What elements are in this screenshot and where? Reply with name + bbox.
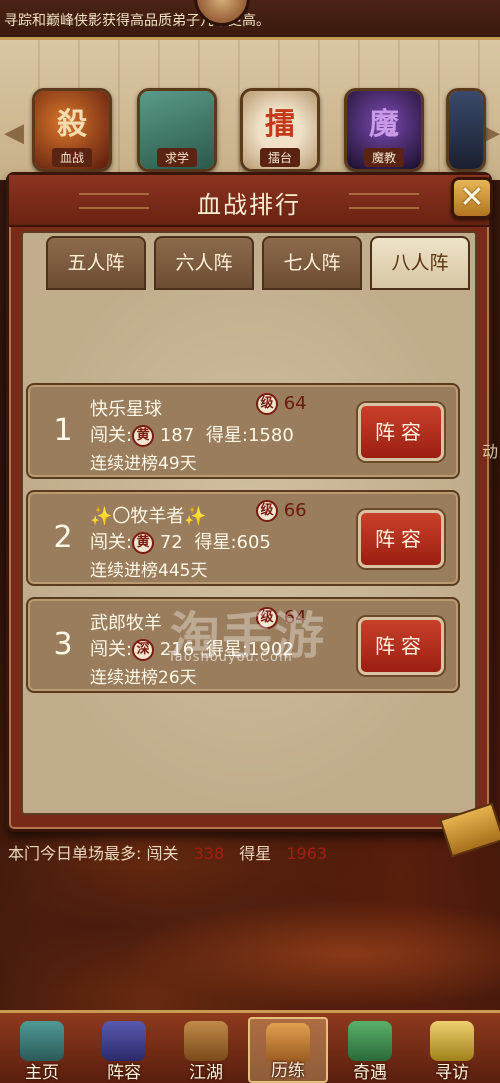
- nav-adventure[interactable]: 奇遇: [330, 1017, 410, 1083]
- star-value: 605: [236, 532, 271, 553]
- lineup-button[interactable]: 阵容: [358, 617, 444, 675]
- summary-stage-value: 338: [193, 844, 225, 863]
- nav-label: 阵容: [107, 1063, 141, 1083]
- player-level: 级 66: [256, 500, 307, 522]
- level-value: 64: [283, 393, 307, 414]
- player-name: 武郎牧羊: [90, 613, 162, 634]
- nav-training[interactable]: 历练: [248, 1017, 328, 1083]
- streak-text: 连续进榜49天: [90, 454, 197, 474]
- star-label: 得星:: [194, 532, 237, 553]
- sect-daily-summary: 本门今日单场最多: 闯关 338 得星 1963: [8, 840, 337, 864]
- event-art: [449, 91, 483, 169]
- player-stats: 闯关: 黄 72 得星:605: [90, 528, 271, 554]
- streak-text: 连续进榜445天: [90, 561, 208, 581]
- tier-seal-icon: 黄: [132, 425, 155, 447]
- event-glyph: 殺: [57, 106, 87, 142]
- summary-star-label: 得星: [239, 844, 272, 863]
- close-icon: ✕: [459, 180, 485, 215]
- nav-label: 奇遇: [353, 1063, 387, 1083]
- adventure-icon: [348, 1021, 392, 1061]
- stage-value: 72: [159, 532, 183, 553]
- rank-row-1: 1 快乐星球 级 64 闯关: 黄 187 得星:1580 连续进榜49天 阵容: [26, 383, 460, 479]
- bottom-nav: 主页 阵容 江湖 历练 奇遇 寻访: [0, 1010, 500, 1083]
- event-glyph: 魔: [369, 106, 399, 142]
- event-qiuxue[interactable]: 求学: [137, 88, 217, 172]
- stage-label: 闯关:: [90, 532, 133, 553]
- tab-five[interactable]: 五人阵: [46, 236, 146, 290]
- visit-icon: [430, 1021, 474, 1061]
- star-value: 1580: [247, 425, 294, 446]
- tier-seal-icon: 深: [132, 639, 155, 661]
- nav-home[interactable]: 主页: [2, 1017, 82, 1083]
- event-xuezhan[interactable]: 殺 血战: [32, 88, 112, 172]
- nav-label: 寻访: [435, 1063, 469, 1083]
- star-label: 得星:: [205, 425, 248, 446]
- level-value: 66: [283, 500, 307, 521]
- lineup-button[interactable]: 阵容: [358, 510, 444, 568]
- tab-eight[interactable]: 八人阵: [370, 236, 470, 290]
- stage-label: 闯关:: [90, 639, 133, 660]
- nav-visit[interactable]: 寻访: [412, 1017, 492, 1083]
- summary-star-value: 1963: [286, 844, 328, 863]
- jianghu-icon: [184, 1021, 228, 1061]
- player-name-wrap: ✨〇牧羊者✨: [90, 502, 207, 528]
- nav-label: 江湖: [189, 1063, 223, 1083]
- watermark-url: Taoshouyou.Com: [168, 650, 293, 665]
- tier-seal-icon: 黄: [132, 532, 155, 554]
- player-level: 级 64: [256, 393, 307, 415]
- home-icon: [20, 1021, 64, 1061]
- summary-stage-label: 闯关: [146, 844, 179, 863]
- event-glyph: 擂: [265, 106, 295, 142]
- player-stats: 闯关: 黄 187 得星:1580: [90, 421, 294, 447]
- stage-value: 187: [159, 425, 195, 446]
- nav-label: 历练: [271, 1061, 305, 1081]
- panel-header: 血战排行: [9, 175, 489, 227]
- sparkle-icon: ✨: [90, 506, 113, 527]
- rank-number: 1: [53, 413, 73, 448]
- close-button[interactable]: ✕: [451, 177, 493, 219]
- event-label: 擂台: [259, 148, 301, 167]
- event-leitai[interactable]: 擂 擂台: [240, 88, 320, 172]
- event-label: 血战: [51, 148, 93, 167]
- rank-number: 3: [53, 627, 73, 662]
- player-name: 〇牧羊者: [112, 506, 185, 527]
- event-label: 求学: [156, 148, 198, 167]
- event-mojiao[interactable]: 魔 魔教: [344, 88, 424, 172]
- summary-label: 本门今日单场最多:: [8, 844, 142, 863]
- player-name: 快乐星球: [90, 399, 162, 420]
- rank-row-2: 2 ✨〇牧羊者✨ 级 66 闯关: 黄 72 得星:605 连续进榜445天 阵容: [26, 490, 460, 586]
- formation-tabs: 五人阵 六人阵 七人阵 八人阵: [46, 236, 486, 292]
- side-text: 动: [481, 442, 498, 461]
- tab-seven[interactable]: 七人阵: [262, 236, 362, 290]
- tab-six[interactable]: 六人阵: [154, 236, 254, 290]
- notice-bar: 寻踪和巅峰侠影获得高品质弟子几率更高。: [0, 0, 500, 40]
- lineup-button[interactable]: 阵容: [358, 403, 444, 461]
- stage-label: 闯关:: [90, 425, 133, 446]
- level-seal-icon: 级: [256, 500, 278, 522]
- event-partial[interactable]: [446, 88, 486, 172]
- nav-label: 主页: [25, 1063, 59, 1083]
- panel-title: 血战排行: [197, 191, 301, 219]
- lineup-icon: [102, 1021, 146, 1061]
- event-label: 魔教: [363, 148, 405, 167]
- battle-scene: [0, 870, 500, 1010]
- sparkle-icon: ✨: [184, 506, 207, 527]
- arrow-left-icon[interactable]: ◀: [4, 118, 24, 148]
- level-seal-icon: 级: [256, 393, 278, 415]
- nav-lineup[interactable]: 阵容: [84, 1017, 164, 1083]
- rank-number: 2: [53, 520, 73, 555]
- nav-jianghu[interactable]: 江湖: [166, 1017, 246, 1083]
